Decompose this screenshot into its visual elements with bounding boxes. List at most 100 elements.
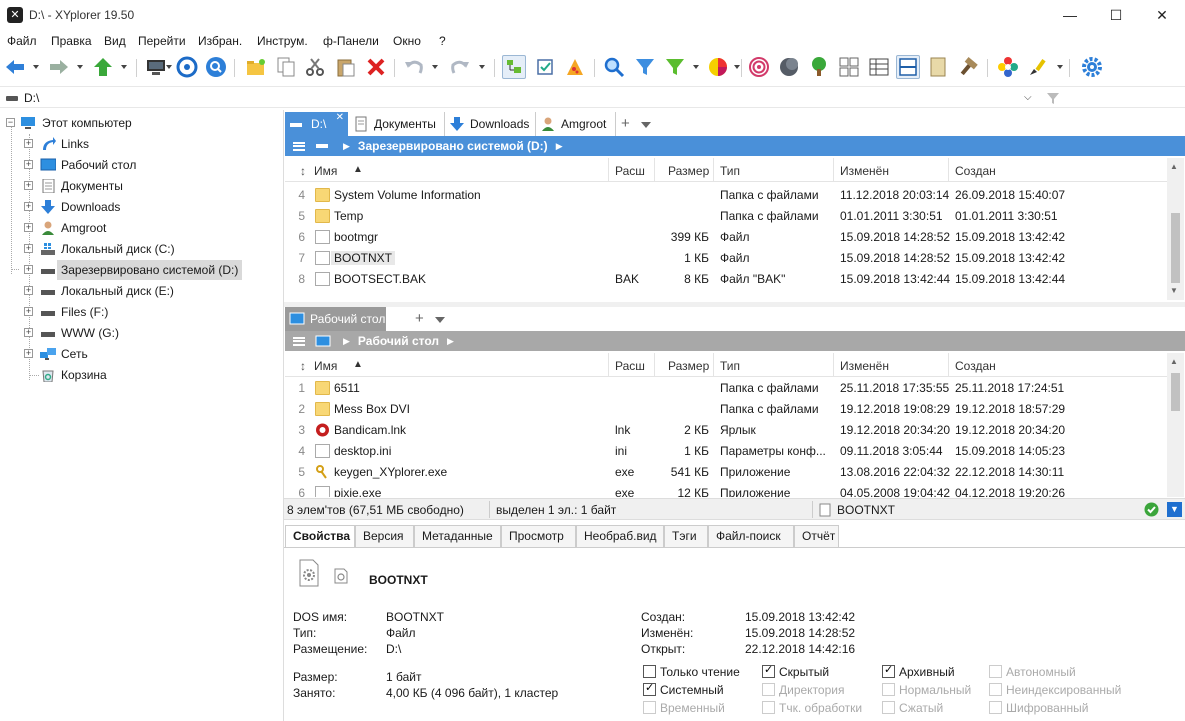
file-name[interactable]: pixie.exe xyxy=(334,486,381,497)
menu-favorites[interactable]: Избран. xyxy=(198,34,242,48)
info-panel-button[interactable] xyxy=(926,55,950,79)
tab-downloads[interactable]: Downloads xyxy=(445,112,536,136)
expand-icon[interactable]: + xyxy=(24,139,33,148)
file-name[interactable]: Bandicam.lnk xyxy=(334,423,406,437)
file-name[interactable]: BOOTNXT xyxy=(331,251,396,265)
tab-preview[interactable]: Просмотр xyxy=(501,525,576,547)
tab-drive-d[interactable]: D:\ ✕ xyxy=(285,112,348,136)
col-type[interactable]: Тип xyxy=(720,164,740,178)
menu-panels[interactable]: ф-Панели xyxy=(323,34,379,48)
file-row[interactable]: 5 keygen_XYplorer.exe exe 541 КБ Приложе… xyxy=(285,462,1167,483)
scroll-up-icon[interactable]: ▲ xyxy=(1170,162,1178,171)
tree-node-drive-d[interactable]: + Зарезервировано системой (D:) xyxy=(0,260,280,280)
attribute-checkbox[interactable]: Только чтение xyxy=(643,665,740,679)
status-ok-icon[interactable] xyxy=(1144,502,1159,517)
scroll-up-icon[interactable]: ▲ xyxy=(1170,357,1178,366)
file-name[interactable]: Mess Box DVI xyxy=(334,402,410,416)
back-button[interactable] xyxy=(3,55,27,79)
spiral-button[interactable] xyxy=(747,55,771,79)
find-files-button[interactable] xyxy=(602,55,626,79)
expand-icon[interactable]: + xyxy=(24,349,33,358)
customize-button[interactable] xyxy=(996,55,1020,79)
file-row[interactable]: 4 System Volume Information Папка с файл… xyxy=(285,185,1167,206)
tree-button[interactable] xyxy=(807,55,831,79)
details-view-button[interactable] xyxy=(867,55,891,79)
address-dropdown-icon[interactable]: ⌵ xyxy=(1024,92,1032,103)
highlight-dropdown-icon[interactable] xyxy=(1057,65,1063,69)
breadcrumb-segment[interactable]: Зарезервировано системой (D:) xyxy=(358,139,548,153)
col-created[interactable]: Создан xyxy=(955,359,996,373)
col-size[interactable]: Размер xyxy=(668,359,709,373)
paste-button[interactable] xyxy=(334,55,358,79)
address-input[interactable]: D:\ xyxy=(24,91,39,105)
new-folder-button[interactable] xyxy=(244,55,268,79)
scroll-thumb[interactable] xyxy=(1171,373,1180,411)
highlight-button[interactable] xyxy=(1026,55,1050,79)
cut-button[interactable] xyxy=(303,55,327,79)
computer-dropdown-icon[interactable] xyxy=(166,65,172,69)
redo-dropdown-icon[interactable] xyxy=(479,65,485,69)
tree-node-drive-e[interactable]: + Локальный диск (E:) xyxy=(0,281,280,301)
col-ext[interactable]: Расш xyxy=(615,359,645,373)
expand-icon[interactable]: + xyxy=(24,286,33,295)
file-name[interactable]: System Volume Information xyxy=(334,188,481,202)
menu-help[interactable]: ? xyxy=(439,34,446,48)
address-filter-icon[interactable] xyxy=(1046,91,1060,108)
menu-tools[interactable]: Инструм. xyxy=(257,34,308,48)
file-row[interactable]: 8 BOOTSECT.BAK BAK 8 КБ Файл "BAK" 15.09… xyxy=(285,269,1167,290)
tree-node-recycle-bin[interactable]: Корзина xyxy=(0,365,280,385)
tools-button[interactable] xyxy=(956,55,980,79)
col-modified[interactable]: Изменён xyxy=(840,164,889,178)
new-tab-icon[interactable]: + xyxy=(415,310,424,327)
col-name[interactable]: Имя xyxy=(314,359,337,373)
views-button[interactable] xyxy=(837,55,861,79)
tree-node-this-pc[interactable]: − Этот компьютер xyxy=(0,113,280,133)
tree-node-desktop[interactable]: + Рабочий стол xyxy=(0,155,280,175)
tree-node-amgroot[interactable]: + Amgroot xyxy=(0,218,280,238)
menu-edit[interactable]: Правка xyxy=(51,34,92,48)
tab-raw-view[interactable]: Необраб.вид xyxy=(576,525,664,547)
tab-list-dropdown-icon[interactable] xyxy=(641,122,651,128)
menu-go[interactable]: Перейти xyxy=(138,34,186,48)
computer-button[interactable] xyxy=(144,55,168,79)
tab-properties[interactable]: Свойства xyxy=(285,525,355,547)
tab-metadata[interactable]: Метаданные xyxy=(414,525,501,547)
visual-filter-button[interactable] xyxy=(663,55,687,79)
file-row[interactable]: 6 pixie.exe exe 12 КБ Приложение 04.05.2… xyxy=(285,483,1167,497)
expand-icon[interactable]: + xyxy=(24,223,33,232)
address-bar[interactable]: D:\ ⌵ xyxy=(0,86,1185,108)
menu-window[interactable]: Окно xyxy=(393,34,421,48)
tree-node-documents[interactable]: + Документы xyxy=(0,176,280,196)
menu-file[interactable]: Файл xyxy=(7,34,37,48)
tab-close-icon[interactable]: ✕ xyxy=(336,112,344,123)
tab-tags[interactable]: Тэги xyxy=(664,525,708,547)
up-button[interactable] xyxy=(91,55,115,79)
scroll-down-icon[interactable]: ▼ xyxy=(1170,286,1178,295)
col-menu-icon[interactable]: ↕ xyxy=(300,164,306,178)
tree-node-network[interactable]: + Сеть xyxy=(0,344,280,364)
delete-button[interactable] xyxy=(364,55,388,79)
file-name[interactable]: 6511 xyxy=(334,381,360,395)
filter-dropdown-icon[interactable] xyxy=(693,65,699,69)
expand-icon[interactable]: + xyxy=(24,244,33,253)
file-row[interactable]: 2 Mess Box DVI Папка с файлами 19.12.201… xyxy=(285,399,1167,420)
tree-node-links[interactable]: + Links xyxy=(0,134,280,154)
expand-icon[interactable]: + xyxy=(24,160,33,169)
hamburger-icon[interactable] xyxy=(293,141,305,151)
minimize-button[interactable]: — xyxy=(1047,0,1093,30)
maximize-button[interactable]: ☐ xyxy=(1093,0,1139,30)
collapse-icon[interactable]: − xyxy=(6,118,15,127)
undo-button[interactable] xyxy=(402,55,426,79)
col-ext[interactable]: Расш xyxy=(615,164,645,178)
file-name[interactable]: bootmgr xyxy=(334,230,378,244)
attribute-checkbox[interactable]: Архивный xyxy=(882,663,955,679)
redo-button[interactable] xyxy=(448,55,472,79)
tab-list-dropdown-icon[interactable] xyxy=(435,317,445,323)
hamburger-icon[interactable] xyxy=(293,336,305,346)
undo-dropdown-icon[interactable] xyxy=(432,65,438,69)
tab-documents[interactable]: Документы xyxy=(349,112,445,136)
tab-version[interactable]: Версия xyxy=(355,525,414,547)
expand-icon[interactable]: + xyxy=(24,328,33,337)
file-row[interactable]: 1 6511 Папка с файлами 25.11.2018 17:35:… xyxy=(285,378,1167,399)
attribute-checkbox[interactable]: Скрытый xyxy=(762,663,829,679)
